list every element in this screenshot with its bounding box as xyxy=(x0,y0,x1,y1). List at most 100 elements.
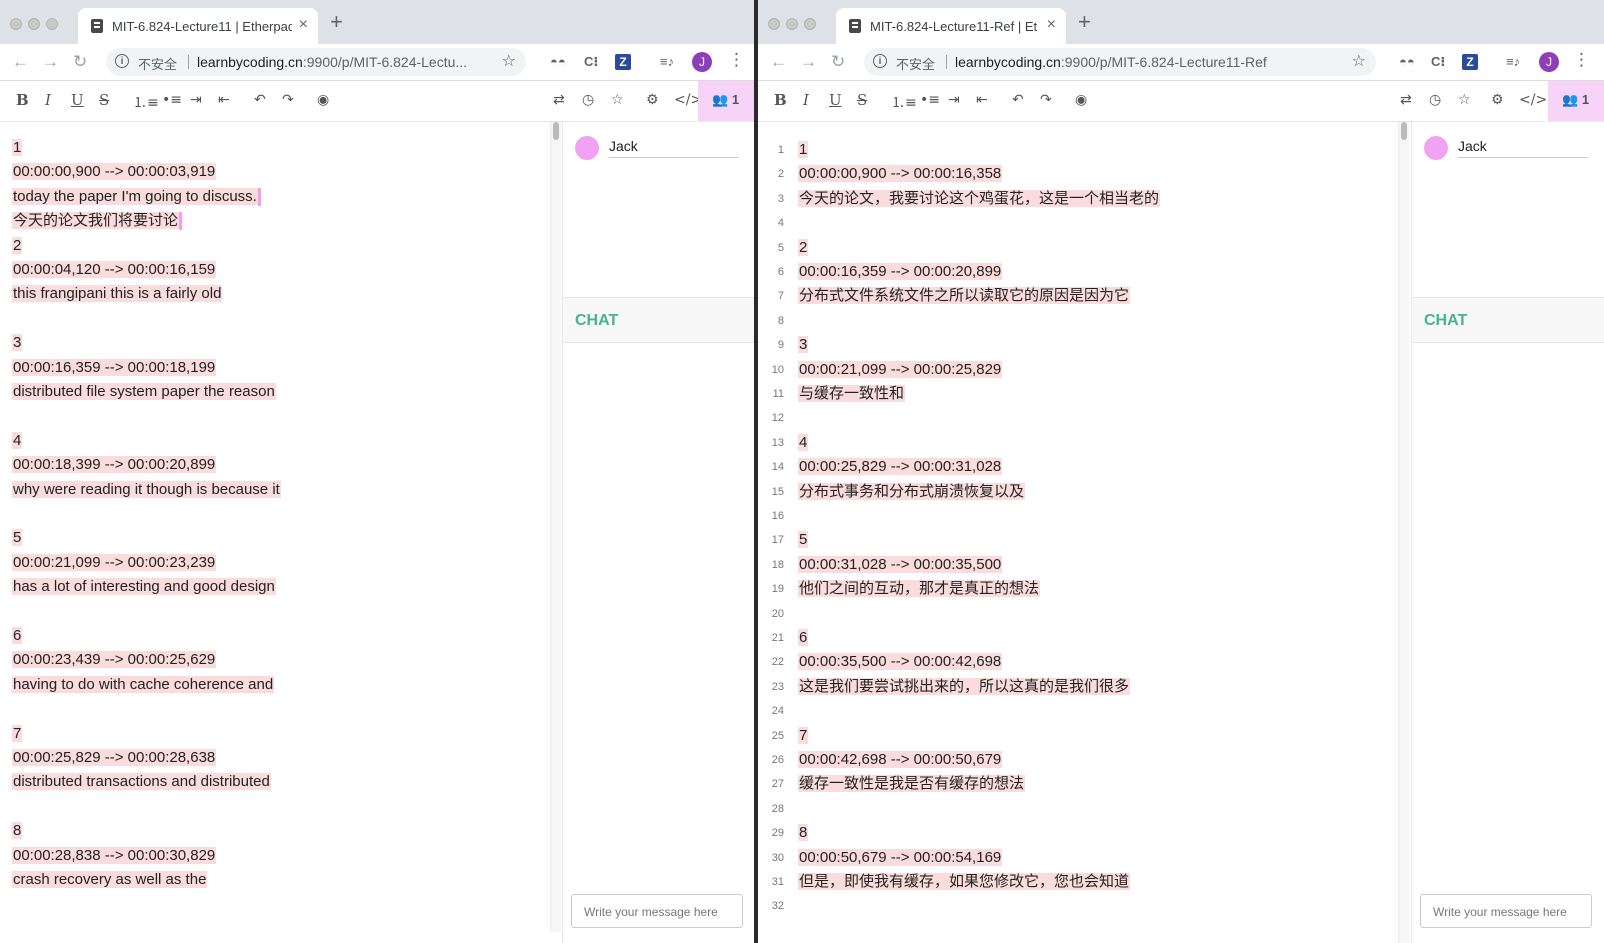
pad-line[interactable]: 00:00:50,679 --> 00:00:54,169 xyxy=(798,846,1003,870)
reload-icon[interactable]: ↻ xyxy=(831,52,845,72)
pad-line[interactable]: 分布式文件系统文件之所以读取它的原因是因为它 xyxy=(798,284,1131,308)
pad-line[interactable]: 00:00:04,120 --> 00:00:16,159 xyxy=(12,258,217,282)
pad-line[interactable]: 8 xyxy=(798,821,809,845)
scroll-thumb[interactable] xyxy=(553,122,559,140)
pad-line[interactable]: 6 xyxy=(12,624,23,648)
clear-authorship-icon[interactable]: ◉ xyxy=(1075,92,1087,108)
pad-line[interactable]: distributed transactions and distributed xyxy=(12,770,271,794)
outdent-icon[interactable]: ⇤ xyxy=(218,92,230,108)
bold-icon[interactable]: B xyxy=(774,91,787,109)
close-tab-icon[interactable]: × xyxy=(299,16,308,34)
underline-icon[interactable]: U xyxy=(829,91,842,109)
users-button[interactable]: 👥 1 xyxy=(698,81,754,121)
settings-gear-icon[interactable]: ⚙ xyxy=(1491,92,1504,108)
unordered-list-icon[interactable]: •≡ xyxy=(920,92,940,108)
pad-line[interactable]: 2 xyxy=(798,236,809,260)
settings-gear-icon[interactable]: ⚙ xyxy=(646,92,659,108)
pad-line[interactable]: 与缓存一致性和 xyxy=(798,382,906,406)
ordered-list-icon[interactable]: ⒈≡ xyxy=(133,92,159,112)
clear-authorship-icon[interactable]: ◉ xyxy=(317,92,329,108)
embed-code-icon[interactable]: </> xyxy=(1519,92,1547,108)
zotero-extension-icon[interactable]: Z xyxy=(1462,54,1478,70)
pad-line[interactable]: 4 xyxy=(12,429,23,453)
unordered-list-icon[interactable]: •≡ xyxy=(162,92,182,108)
pad-line[interactable]: 00:00:35,500 --> 00:00:42,698 xyxy=(798,650,1003,674)
bold-icon[interactable]: B xyxy=(16,91,29,109)
pad-line[interactable]: 00:00:21,099 --> 00:00:25,829 xyxy=(798,358,1003,382)
pad-line[interactable]: 00:00:28,838 --> 00:00:30,829 xyxy=(12,844,217,868)
pad-line[interactable]: 00:00:00,900 --> 00:00:03,919 xyxy=(12,160,217,184)
bookmark-star-icon[interactable]: ☆ xyxy=(502,51,516,71)
close-window-button[interactable] xyxy=(768,18,780,30)
ordered-list-icon[interactable]: ⒈≡ xyxy=(891,92,917,112)
bookmark-star-icon[interactable]: ☆ xyxy=(1352,51,1366,71)
italic-icon[interactable]: I xyxy=(45,91,51,109)
chat-input[interactable] xyxy=(582,904,736,920)
pad-line[interactable]: 今天的论文我们将要讨论 xyxy=(12,209,183,233)
reload-icon[interactable]: ↻ xyxy=(73,52,87,72)
chat-input-box[interactable] xyxy=(1420,894,1592,928)
pad-line[interactable]: 2 xyxy=(12,234,23,258)
glasses-extension-icon[interactable]: ◓◓ xyxy=(550,54,566,69)
new-tab-icon[interactable]: + xyxy=(1078,11,1091,33)
menu-icon[interactable]: ⋮ xyxy=(1573,50,1590,70)
pad-line[interactable]: why were reading it though is because it xyxy=(12,478,281,502)
profile-avatar[interactable]: J xyxy=(1539,52,1559,72)
pad-line[interactable]: 8 xyxy=(12,819,23,843)
pad-line[interactable]: 缓存一致性是我是否有缓存的想法 xyxy=(798,772,1026,796)
pad-line[interactable]: 分布式事务和分布式崩溃恢复以及 xyxy=(798,480,1026,504)
import-export-icon[interactable]: ⇄ xyxy=(1400,92,1412,108)
indent-icon[interactable]: ⇥ xyxy=(948,92,960,108)
users-button[interactable]: 👥 1 xyxy=(1548,81,1604,121)
user-color-swatch[interactable] xyxy=(575,136,599,160)
zotero-extension-icon[interactable]: Z xyxy=(615,54,631,70)
chat-header[interactable]: CHAT xyxy=(563,298,754,343)
new-tab-icon[interactable]: + xyxy=(330,11,343,33)
info-icon[interactable]: i xyxy=(115,54,129,68)
saved-revision-star-icon[interactable]: ☆ xyxy=(611,92,624,108)
pad-line[interactable]: 3 xyxy=(798,333,809,357)
redo-icon[interactable]: ↷ xyxy=(1040,92,1052,108)
pad-line[interactable]: 00:00:16,359 --> 00:00:18,199 xyxy=(12,356,217,380)
profile-avatar[interactable]: J xyxy=(692,52,712,72)
pad-line[interactable]: 00:00:18,399 --> 00:00:20,899 xyxy=(12,453,217,477)
pad-line[interactable]: 5 xyxy=(12,526,23,550)
forward-icon[interactable]: → xyxy=(42,52,59,72)
pad-editor[interactable]: 1 1 2 00:00:00,900 --> 00:00:16,358 3 今天的论文，我… xyxy=(758,122,1398,943)
italic-icon[interactable]: I xyxy=(803,91,809,109)
chat-header[interactable]: CHAT xyxy=(1412,298,1604,343)
timeslider-icon[interactable]: ◷ xyxy=(1429,92,1441,108)
pad-line[interactable]: 5 xyxy=(798,528,809,552)
pad-line[interactable]: 00:00:21,099 --> 00:00:23,239 xyxy=(12,551,217,575)
indent-icon[interactable]: ⇥ xyxy=(190,92,202,108)
pad-line[interactable]: crash recovery as well as the xyxy=(12,868,208,892)
info-icon[interactable]: i xyxy=(873,54,887,68)
strikethrough-icon[interactable]: S xyxy=(857,91,867,109)
back-icon[interactable]: ← xyxy=(770,52,787,72)
pad-line[interactable]: has a lot of interesting and good design xyxy=(12,575,276,599)
back-icon[interactable]: ← xyxy=(12,52,29,72)
glasses-extension-icon[interactable]: ◓◓ xyxy=(1399,54,1415,69)
pad-line[interactable]: having to do with cache coherence and xyxy=(12,673,275,697)
playlist-extension-icon[interactable]: ≡♪ xyxy=(660,54,674,69)
pad-line[interactable]: 00:00:23,439 --> 00:00:25,629 xyxy=(12,648,217,672)
pad-line[interactable]: 今天的论文，我要讨论这个鸡蛋花，这是一个相当老的 xyxy=(798,187,1161,211)
pad-line[interactable]: 6 xyxy=(798,626,809,650)
editor-scrollbar[interactable] xyxy=(1398,122,1409,943)
close-window-button[interactable] xyxy=(10,18,22,30)
redo-icon[interactable]: ↷ xyxy=(282,92,294,108)
pad-line[interactable]: 00:00:00,900 --> 00:00:16,358 xyxy=(798,162,1003,186)
pad-line[interactable]: 4 xyxy=(798,431,809,455)
user-name[interactable]: Jack xyxy=(609,138,739,158)
pad-line[interactable]: 00:00:25,829 --> 00:00:28,638 xyxy=(12,746,217,770)
forward-icon[interactable]: → xyxy=(800,52,817,72)
address-bar[interactable]: i 不安全 learnbycoding.cn:9900/p/MIT-6.824-… xyxy=(106,48,526,76)
minimize-window-button[interactable] xyxy=(786,18,798,30)
pad-line[interactable]: this frangipani this is a fairly old xyxy=(12,282,223,306)
strikethrough-icon[interactable]: S xyxy=(99,91,109,109)
pad-line[interactable]: 他们之间的互动，那才是真正的想法 xyxy=(798,577,1041,601)
timeslider-icon[interactable]: ◷ xyxy=(582,92,594,108)
chat-input[interactable] xyxy=(1431,904,1585,920)
browser-tab[interactable]: MIT-6.824-Lecture11 | Etherpad × xyxy=(78,8,318,44)
pad-line[interactable]: distributed file system paper the reason xyxy=(12,380,276,404)
